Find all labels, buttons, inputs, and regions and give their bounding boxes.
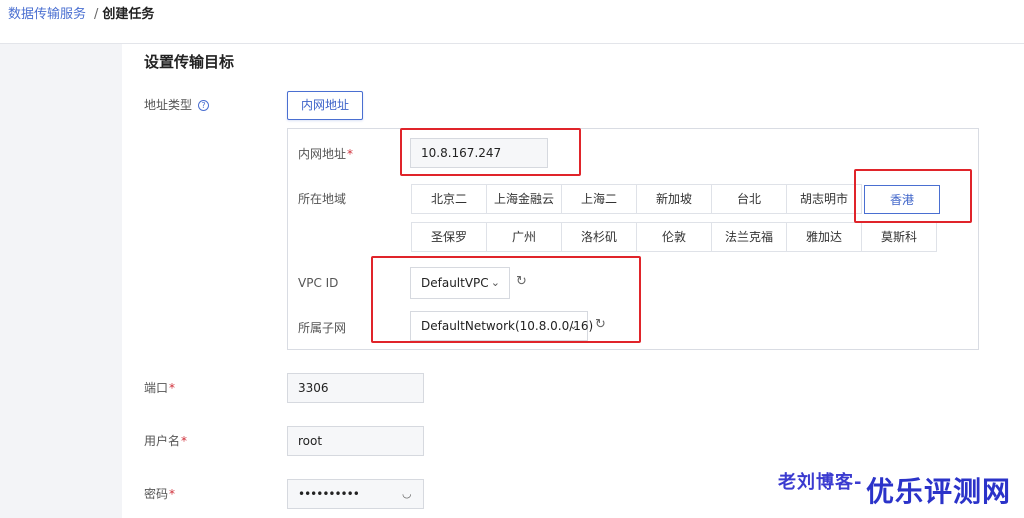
region-option[interactable]: 伦敦 — [636, 222, 712, 252]
intranet-address-label: 内网地址* — [298, 146, 353, 162]
subnet-select[interactable]: DefaultNetwork(10.8.0.0/16) ⌄ — [410, 311, 593, 341]
required-mark: * — [169, 487, 176, 501]
watermark-left: 老刘博客- — [778, 472, 863, 493]
required-mark: * — [181, 434, 188, 448]
port-label-text: 端口 — [144, 381, 169, 395]
intranet-address-input[interactable]: 10.8.167.247 — [410, 138, 548, 168]
required-mark: * — [347, 147, 354, 161]
region-option[interactable]: 上海金融云 — [486, 184, 562, 214]
vpc-select[interactable]: DefaultVPC ⌄ — [410, 267, 510, 299]
region-option[interactable]: 香港 — [864, 185, 940, 214]
region-option[interactable]: 广州 — [486, 222, 562, 252]
password-input-value: •••••••••• — [298, 487, 360, 501]
chevron-down-icon: ⌄ — [490, 276, 500, 289]
section-title: 设置传输目标 — [144, 53, 235, 71]
region-option[interactable]: 莫斯科 — [861, 222, 937, 252]
port-label: 端口* — [144, 380, 175, 396]
password-label-text: 密码 — [144, 487, 169, 501]
region-option[interactable]: 圣保罗 — [411, 222, 487, 252]
region-option[interactable]: 胡志明市 — [786, 184, 862, 214]
username-label-text: 用户名 — [144, 434, 181, 448]
region-option[interactable]: 雅加达 — [786, 222, 862, 252]
address-type-label: 地址类型? — [144, 97, 210, 113]
vpc-select-value: DefaultVPC — [421, 276, 489, 290]
top-bar: 数据传输服务 / 创建任务 — [0, 0, 1024, 44]
address-type-label-text: 地址类型 — [144, 98, 193, 112]
question-circle-icon[interactable]: ? — [198, 100, 210, 111]
breadcrumb: 数据传输服务 / 创建任务 — [8, 6, 154, 24]
password-label: 密码* — [144, 486, 175, 502]
region-option[interactable]: 上海二 — [561, 184, 637, 214]
subnet-label: 所属子网 — [298, 321, 347, 335]
region-label: 所在地域 — [298, 192, 347, 206]
breadcrumb-parent-link[interactable]: 数据传输服务 — [8, 7, 86, 22]
address-type-intranet-button[interactable]: 内网地址 — [287, 91, 363, 120]
eye-closed-icon[interactable]: ◡ — [402, 487, 412, 500]
port-input[interactable]: 3306 — [287, 373, 424, 403]
region-option[interactable]: 法兰克福 — [711, 222, 787, 252]
username-input[interactable]: root — [287, 426, 424, 456]
username-label: 用户名* — [144, 433, 187, 449]
region-option[interactable]: 北京二 — [411, 184, 487, 214]
breadcrumb-separator: / — [94, 7, 99, 22]
subnet-select-value: DefaultNetwork(10.8.0.0/16) — [421, 319, 594, 333]
region-option[interactable]: 洛杉矶 — [561, 222, 637, 252]
required-mark: * — [169, 381, 176, 395]
vpc-label: VPC ID — [298, 276, 339, 290]
refresh-icon[interactable]: ↻ — [516, 275, 527, 289]
breadcrumb-current: 创建任务 — [102, 7, 155, 22]
region-option[interactable]: 新加坡 — [636, 184, 712, 214]
intranet-address-label-text: 内网地址 — [298, 147, 347, 161]
refresh-icon[interactable]: ↻ — [595, 318, 606, 332]
chevron-down-icon: ⌄ — [568, 319, 578, 332]
watermark-right: 优乐评测网 — [866, 475, 1012, 508]
region-option[interactable]: 台北 — [711, 184, 787, 214]
